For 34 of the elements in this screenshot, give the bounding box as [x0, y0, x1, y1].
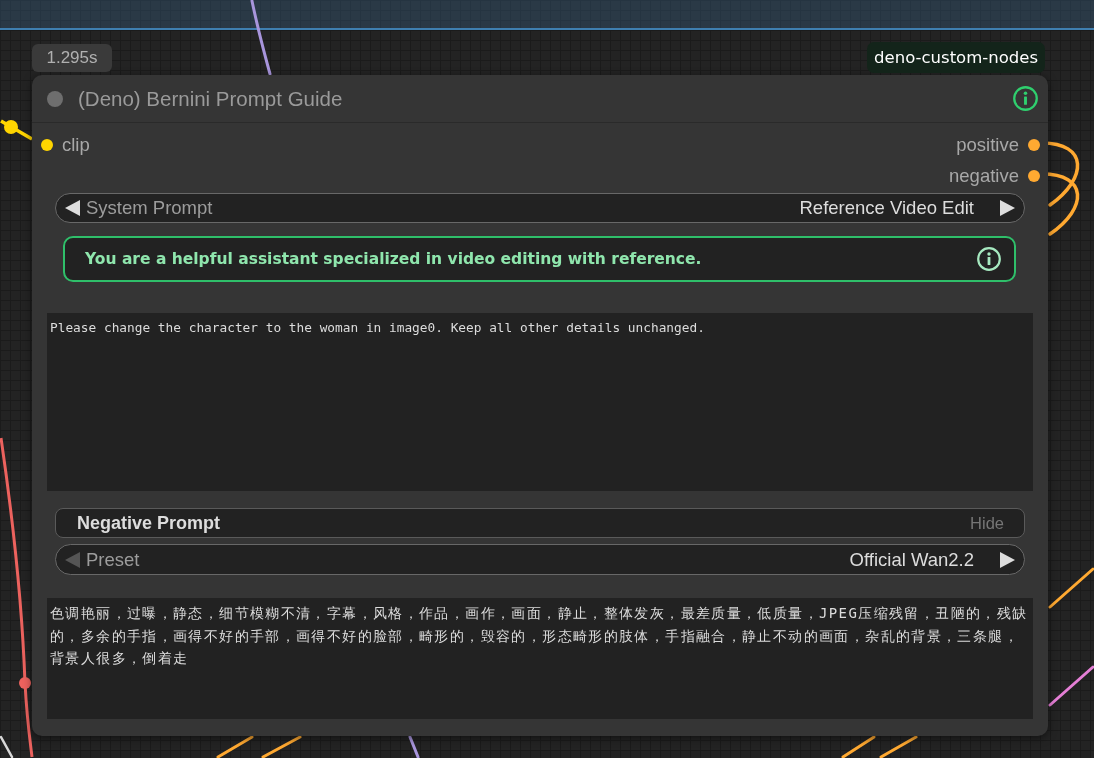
combo-value: Official Wan2.2 [849, 548, 974, 571]
info-text: You are a helpful assistant specialized in video editing with reference. [85, 250, 702, 268]
connection-wire [0, 119, 33, 141]
right-arrow-icon[interactable] [1000, 551, 1015, 568]
combo-widget[interactable]: Preset Official Wan2.2 [55, 544, 1025, 575]
connection-wire [879, 735, 918, 758]
output-slot-dot-icon[interactable] [1028, 169, 1040, 182]
hide-toggle[interactable]: Hide [970, 513, 1004, 533]
connection-wire [1048, 665, 1094, 707]
prompt-textarea[interactable]: Please change the character to the woman in image0. Keep all other details unchanged. [47, 313, 1033, 491]
connection-wire [1048, 567, 1094, 609]
node-title: (Deno) Bernini Prompt Guide [78, 86, 343, 111]
collapse-dot-icon[interactable] [47, 90, 63, 107]
source-badge: deno-custom-nodes [867, 42, 1045, 73]
connection-wire [408, 735, 420, 758]
combo-label: System Prompt [86, 197, 213, 219]
execution-time-badge: 1.295s [32, 44, 112, 72]
info-icon[interactable] [1013, 86, 1038, 111]
connection-wire [261, 735, 302, 758]
connection-wire [216, 735, 254, 758]
connection-wire [841, 735, 876, 758]
input-slot-dot-icon[interactable] [41, 138, 53, 151]
input-slot-label: clip [62, 133, 90, 156]
left-arrow-icon[interactable] [65, 200, 80, 216]
output-slot-label: negative [949, 164, 1019, 187]
right-arrow-icon[interactable] [1000, 200, 1015, 216]
section-title: Negative Prompt [77, 512, 221, 534]
combo-label: Preset [86, 548, 140, 571]
negative-prompt-textarea[interactable]: 色调艳丽，过曝，静态，细节模糊不清，字幕，风格，作品，画作，画面，静止，整体发灰，最差质量，低质量，JPEG压缩残留，丑陋的，残缺的，多余的手指，画得不好的手部，画得不好的脸部，畸形的，毁容的，形态畸形的肢体，手指融合，静止不动的画面，杂乱的背景，三条腿，背景人很多，倒着走 [47, 598, 1033, 719]
info-icon[interactable] [977, 247, 1001, 271]
combo-value: Reference Video Edit [799, 197, 974, 219]
combo-widget[interactable]: System Prompt Reference Video Edit [55, 193, 1025, 223]
output-slot-label: positive [956, 133, 1019, 156]
output-slot-dot-icon[interactable] [1028, 138, 1040, 151]
